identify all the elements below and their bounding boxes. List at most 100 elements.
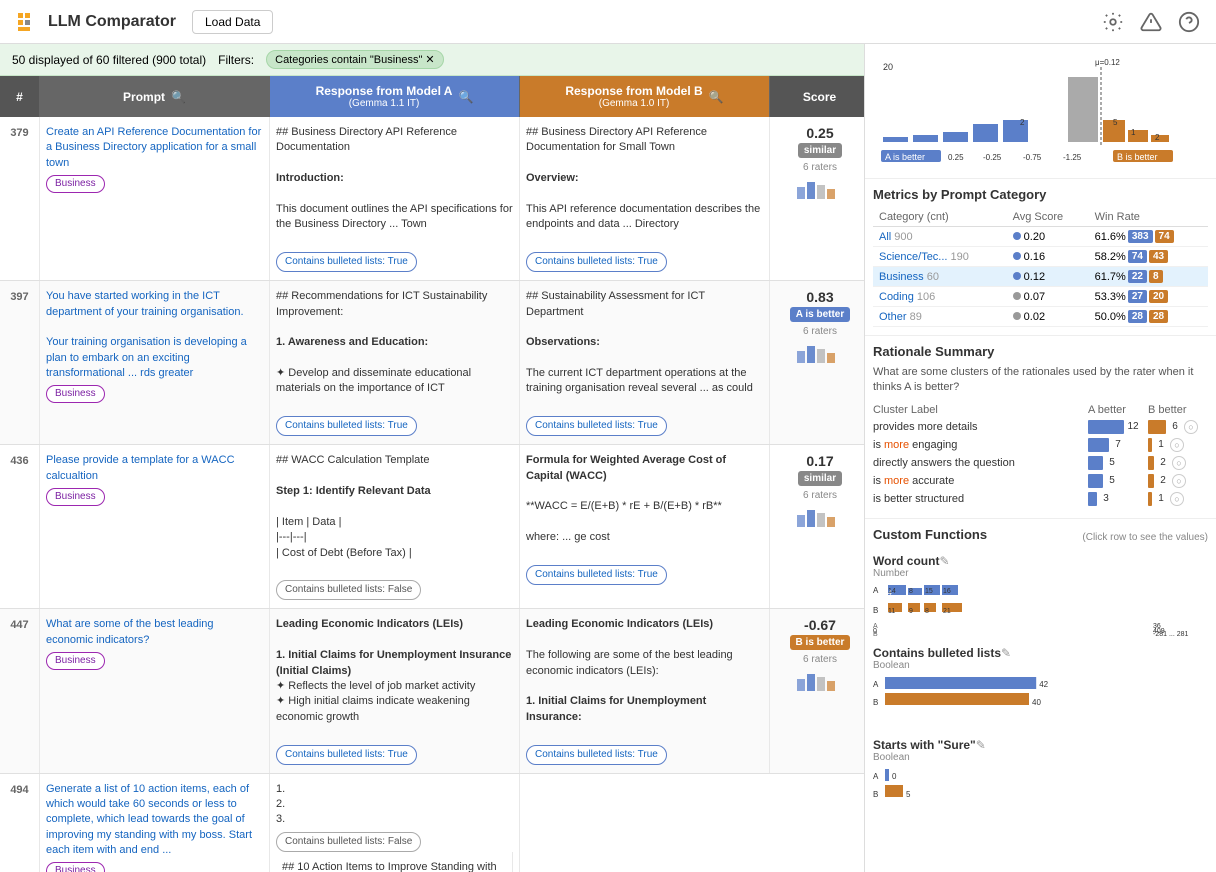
prompt-cell[interactable]: Generate a list of 10 action items, each… [40,774,270,872]
prompt-text[interactable]: You have started working in the ICT depa… [46,290,247,379]
response-a-cell[interactable]: ## WACC Calculation TemplateStep 1: Iden… [270,445,520,608]
prompt-search-icon[interactable]: 🔍 [171,90,186,104]
response-a-text: ## Business Directory API Reference Docu… [276,125,513,233]
response-b-cell[interactable]: ## Business Directory API Reference Docu… [520,117,770,280]
prompt-cell[interactable]: What are some of the best leading econom… [40,609,270,772]
svg-text:14: 14 [888,588,896,595]
settings-icon[interactable] [1102,11,1124,33]
mini-bar-chart [795,177,845,201]
score-value: -0.67 [804,617,836,633]
rationale-info-btn[interactable]: ○ [1170,438,1184,452]
main-layout: 50 displayed of 60 filtered (900 total) … [0,44,1216,872]
metrics-title: Metrics by Prompt Category [873,187,1208,202]
response-b-cell[interactable]: Leading Economic Indicators (LEIs)The fo… [520,609,770,772]
row-num: 494 [0,774,40,872]
metrics-cat[interactable]: Science/Tec... 190 [873,247,1007,267]
metrics-cat[interactable]: Coding 106 [873,287,1007,307]
custom-fn-item[interactable]: Word count ✎ Number A 14 14 8 15 16 B 11… [873,554,1208,638]
prompt-cell[interactable]: You have started working in the ICT depa… [40,281,270,444]
model-b-search-icon[interactable]: 🔍 [709,90,724,104]
response-b-cell[interactable]: ## 10 Action Items to Improve Standing w… [276,852,513,872]
row-num: 436 [0,445,40,608]
bulleted-a-tag: Contains bulleted lists: True [276,745,417,765]
fn-edit-icon[interactable]: ✎ [939,554,949,568]
svg-text:16: 16 [943,588,951,595]
score-badge: similar [798,471,842,486]
metrics-row[interactable]: Coding 106 0.07 53.3% 27 20 [873,287,1208,307]
response-a-text: ## Recommendations for ICT Sustainabilit… [276,289,513,397]
rationale-label: is more engaging [873,439,1088,451]
bulleted-b-tag: Contains bulleted lists: True [526,745,667,765]
metrics-row[interactable]: Other 89 0.02 50.0% 28 28 [873,307,1208,327]
custom-fn-item[interactable]: Contains bulleted lists ✎ Boolean A 42 B… [873,646,1208,730]
rationale-row: is more accurate 5 2 ○ [873,474,1208,488]
help-icon[interactable] [1178,11,1200,33]
rationale-info-btn[interactable]: ○ [1184,420,1198,434]
score-cell: -0.67 B is better 6 raters [770,609,864,772]
svg-text:40: 40 [1032,698,1041,707]
metrics-row[interactable]: All 900 0.20 61.6% 383 74 [873,227,1208,247]
score-distribution-chart: 20 μ=0.12 1.25 0.75 [873,52,1213,167]
fn-edit-icon[interactable]: ✎ [976,738,986,752]
prompt-category-tag[interactable]: Business [46,652,105,670]
rationale-info-btn[interactable]: ○ [1170,492,1184,506]
metrics-col-avg: Avg Score [1007,208,1089,227]
custom-fn-item[interactable]: Starts with "Sure" ✎ Boolean A 0 B 5 [873,738,1208,822]
fn-name: Word count [873,554,939,568]
table-row[interactable]: 397 You have started working in the ICT … [0,281,864,445]
prompt-category-tag[interactable]: Business [46,488,105,506]
col-num: # [0,76,40,117]
rationale-info-btn[interactable]: ○ [1172,474,1186,488]
metrics-cat[interactable]: All 900 [873,227,1007,247]
filter-tag[interactable]: Categories contain "Business" ✕ [266,50,444,69]
response-b-text: Leading Economic Indicators (LEIs)The fo… [526,617,763,725]
alert-icon[interactable] [1140,11,1162,33]
col-model-a: Response from Model A (Gemma 1.1 IT) 🔍 [270,76,520,117]
svg-text:1: 1 [1131,128,1136,137]
fn-name: Contains bulleted lists [873,646,1001,660]
response-a-cell[interactable]: Leading Economic Indicators (LEIs)1. Ini… [270,609,520,772]
prompt-text[interactable]: What are some of the best leading econom… [46,618,214,645]
model-a-search-icon[interactable]: 🔍 [458,90,473,104]
prompt-text[interactable]: Generate a list of 10 action items, each… [46,783,252,857]
prompt-category-tag[interactable]: Business [46,862,105,872]
table-row[interactable]: 447 What are some of the best leading ec… [0,609,864,773]
response-b-cell[interactable]: Formula for Weighted Average Cost of Cap… [520,445,770,608]
load-data-button[interactable]: Load Data [192,10,273,34]
rationale-row: directly answers the question 5 2 ○ [873,456,1208,470]
rationale-info-btn[interactable]: ○ [1172,456,1186,470]
response-b-cell[interactable]: ## Sustainability Assessment for ICT Dep… [520,281,770,444]
svg-text:5: 5 [1113,118,1118,127]
prompt-category-tag[interactable]: Business [46,385,105,403]
svg-text:2: 2 [1020,118,1025,127]
svg-text:A: A [873,586,879,595]
rationale-rows-container: provides more details 12 6 ○ is more eng… [873,420,1208,506]
prompt-text[interactable]: Please provide a template for a WACC cal… [46,454,235,481]
table-body[interactable]: 379 Create an API Reference Documentatio… [0,117,864,872]
prompt-category-tag[interactable]: Business [46,175,105,193]
metrics-row[interactable]: Business 60 0.12 61.7% 22 8 [873,267,1208,287]
fn-edit-icon[interactable]: ✎ [1001,646,1011,660]
score-badge: B is better [790,635,851,650]
response-a-cell[interactable]: ## Recommendations for ICT Sustainabilit… [270,281,520,444]
metrics-avg: 0.20 [1007,227,1089,247]
custom-functions-section: Custom Functions (Click row to see the v… [865,519,1216,838]
response-a-cell[interactable]: 1. 2. 3. Contains bulleted lists: False … [270,774,520,872]
metrics-cat[interactable]: Business 60 [873,267,1007,287]
prompt-cell[interactable]: Create an API Reference Documentation fo… [40,117,270,280]
svg-text:A is better: A is better [885,152,925,162]
prompt-cell[interactable]: Please provide a template for a WACC cal… [40,445,270,608]
metrics-cat[interactable]: Other 89 [873,307,1007,327]
rationale-row: is more engaging 7 1 ○ [873,438,1208,452]
metrics-row[interactable]: Science/Tec... 190 0.16 58.2% 74 43 [873,247,1208,267]
bulleted-b-tag: Contains bulleted lists: True [526,565,667,585]
prompt-text[interactable]: Create an API Reference Documentation fo… [46,126,261,169]
fn-type: Boolean [873,660,1208,671]
response-a-cell[interactable]: ## Business Directory API Reference Docu… [270,117,520,280]
mini-bar-chart [795,341,845,365]
metrics-win: 58.2% 74 43 [1089,247,1208,267]
table-row[interactable]: 436 Please provide a template for a WACC… [0,445,864,609]
rationale-label: directly answers the question [873,457,1088,469]
table-row[interactable]: 494 Generate a list of 10 action items, … [0,774,864,872]
table-row[interactable]: 379 Create an API Reference Documentatio… [0,117,864,281]
